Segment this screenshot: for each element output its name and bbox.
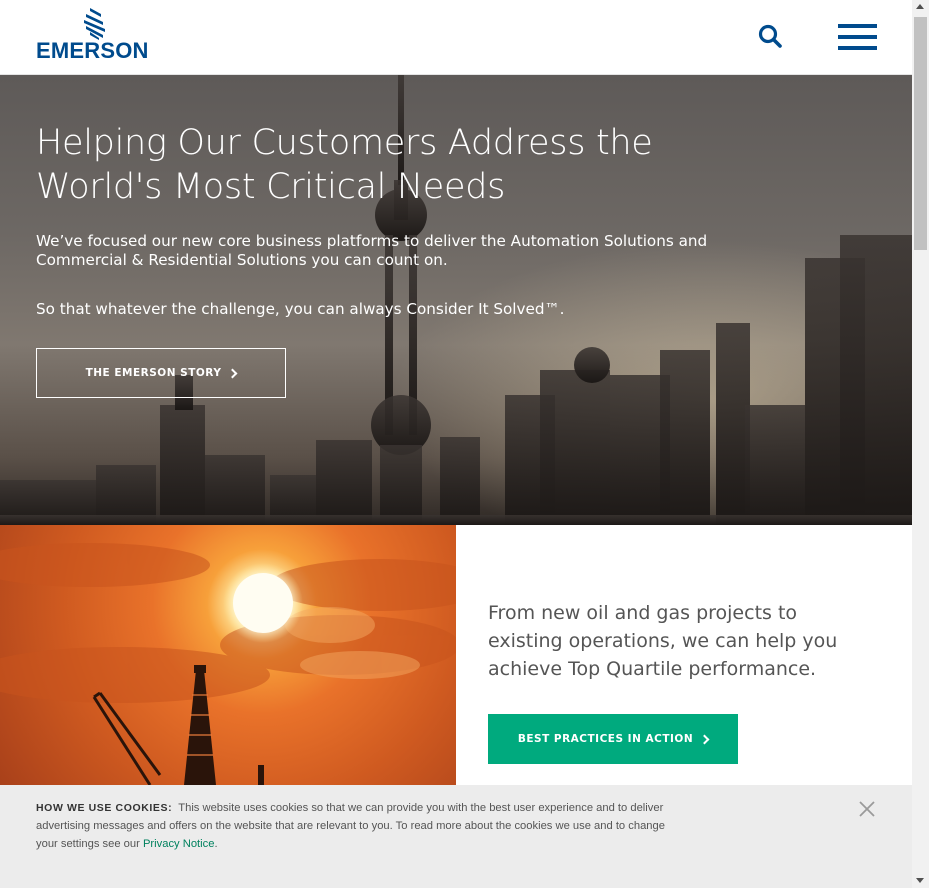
scrollbar-thumb[interactable]: [914, 17, 927, 250]
logo-wordmark: EMERSON: [36, 38, 149, 63]
search-icon: [758, 24, 782, 48]
hero-title: Helping Our Customers Address the World'…: [36, 123, 653, 207]
page-scrollbar[interactable]: [912, 0, 929, 888]
emerson-story-label: THE EMERSON STORY: [85, 367, 222, 379]
best-practices-label: BEST PRACTICES IN ACTION: [517, 733, 694, 745]
oil-rig-sunset-image: [0, 525, 456, 785]
cookie-end: .: [214, 838, 218, 850]
cookie-heading: HOW WE USE COOKIES:: [36, 802, 173, 814]
hamburger-menu-icon[interactable]: [838, 24, 878, 52]
hero-banner: Helping Our Customers Address the World'…: [0, 75, 912, 525]
chevron-right-icon: [227, 368, 238, 378]
cookie-notice: HOW WE USE COOKIES: This website uses co…: [36, 799, 676, 853]
search-button[interactable]: [756, 22, 786, 52]
scroll-up-arrow-icon[interactable]: [916, 4, 924, 9]
scroll-down-arrow-icon[interactable]: [916, 878, 924, 883]
close-icon[interactable]: [856, 798, 878, 820]
chevron-right-icon: [699, 734, 710, 744]
feature-panel: From new oil and gas projects to existin…: [456, 525, 912, 785]
emerson-logo[interactable]: EMERSON: [36, 8, 158, 63]
emerson-logo-mark-icon: [84, 8, 105, 40]
oil-rig-illustration: [0, 543, 456, 785]
emerson-story-button[interactable]: THE EMERSON STORY: [36, 348, 286, 398]
privacy-notice-link[interactable]: Privacy Notice: [143, 838, 215, 850]
best-practices-button[interactable]: BEST PRACTICES IN ACTION: [488, 714, 738, 764]
hero-paragraph-2: So that whatever the challenge, you can …: [36, 300, 565, 318]
site-header: EMERSON: [0, 0, 912, 75]
hero-paragraph-1: We’ve focused our new core business plat…: [36, 232, 708, 269]
feature-text: From new oil and gas projects to existin…: [488, 602, 838, 680]
cookie-banner: HOW WE USE COOKIES: This website uses co…: [0, 785, 912, 888]
